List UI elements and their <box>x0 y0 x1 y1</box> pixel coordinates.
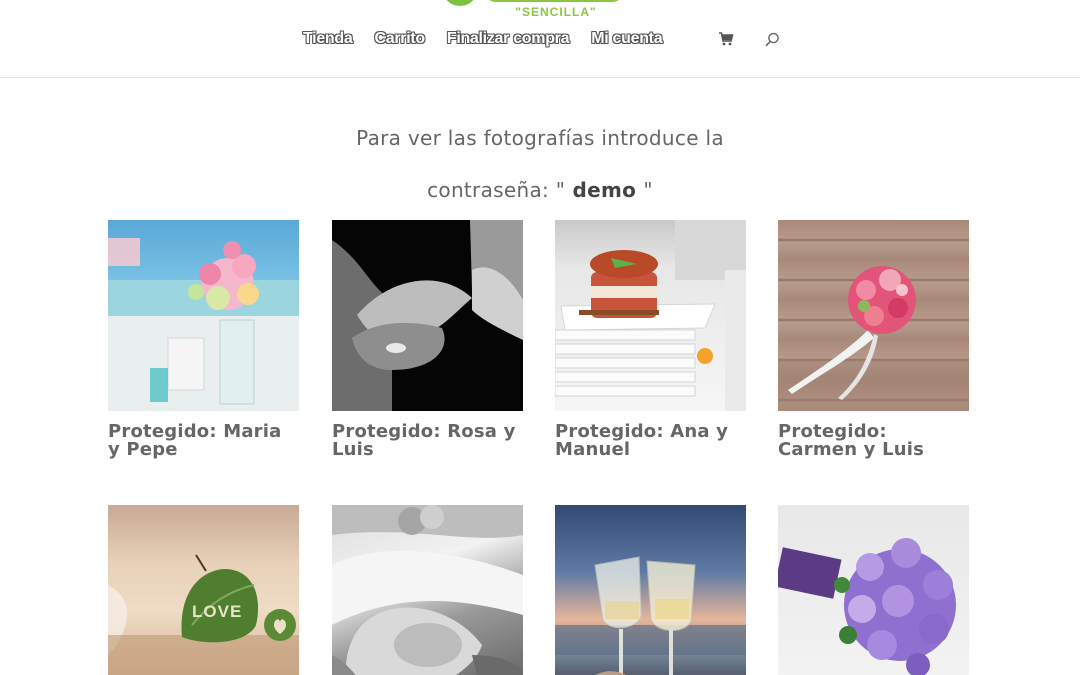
gallery-card[interactable]: LOVE <box>108 505 299 675</box>
gallery-thumbnail[interactable] <box>555 505 746 675</box>
site-header: "SENCILLA" Tienda Carrito Finalizar comp… <box>0 0 1080 78</box>
password-hint: demo <box>565 178 644 202</box>
nav-item-carrito[interactable]: Carrito <box>374 30 425 48</box>
gallery-thumbnail[interactable] <box>778 505 969 675</box>
logo-swoosh <box>484 0 624 2</box>
gallery-title[interactable]: Protegido: Carmen y Luis <box>778 423 969 459</box>
logo-text: "SENCILLA" <box>515 5 597 19</box>
gallery-card[interactable] <box>555 505 746 675</box>
gallery-card[interactable]: Protegido: Maria y Pepe <box>108 220 299 459</box>
svg-text:LOVE: LOVE <box>192 602 242 621</box>
gallery-card[interactable]: Protegido: Ana y Manuel <box>555 220 746 459</box>
nav-item-finalizar-compra[interactable]: Finalizar compra <box>447 30 570 48</box>
gallery-card[interactable] <box>778 505 969 675</box>
intro-line-2: contraseña: " demo " <box>427 178 653 202</box>
gallery-thumbnail[interactable] <box>778 220 969 411</box>
gallery-thumbnail[interactable]: LOVE <box>108 505 299 675</box>
site-logo[interactable]: "SENCILLA" <box>440 0 630 22</box>
intro-line-1: Para ver las fotografías introduce la <box>356 126 724 150</box>
nav-item-mi-cuenta[interactable]: Mi cuenta <box>591 30 662 48</box>
gallery-thumbnail[interactable] <box>332 220 523 411</box>
gallery-title[interactable]: Protegido: Maria y Pepe <box>108 423 299 459</box>
gallery-thumbnail[interactable] <box>108 220 299 411</box>
gallery-card[interactable]: Protegido: Carmen y Luis <box>778 220 969 459</box>
gallery-thumbnail[interactable] <box>332 505 523 675</box>
logo-leaf-mark <box>442 0 478 6</box>
gallery-title[interactable]: Protegido: Rosa y Luis <box>332 423 523 459</box>
search-icon[interactable] <box>763 31 781 49</box>
main-nav: Tienda Carrito Finalizar compra Mi cuent… <box>303 28 779 50</box>
gallery-thumbnail[interactable] <box>555 220 746 411</box>
nav-item-tienda[interactable]: Tienda <box>303 30 353 48</box>
password-intro: Para ver las fotografías introduce la co… <box>290 112 790 216</box>
gallery-title[interactable]: Protegido: Ana y Manuel <box>555 423 746 459</box>
gallery-card[interactable]: Protegido: Rosa y Luis <box>332 220 523 459</box>
shopping-cart-icon[interactable] <box>718 31 734 47</box>
gallery-card[interactable] <box>332 505 523 675</box>
